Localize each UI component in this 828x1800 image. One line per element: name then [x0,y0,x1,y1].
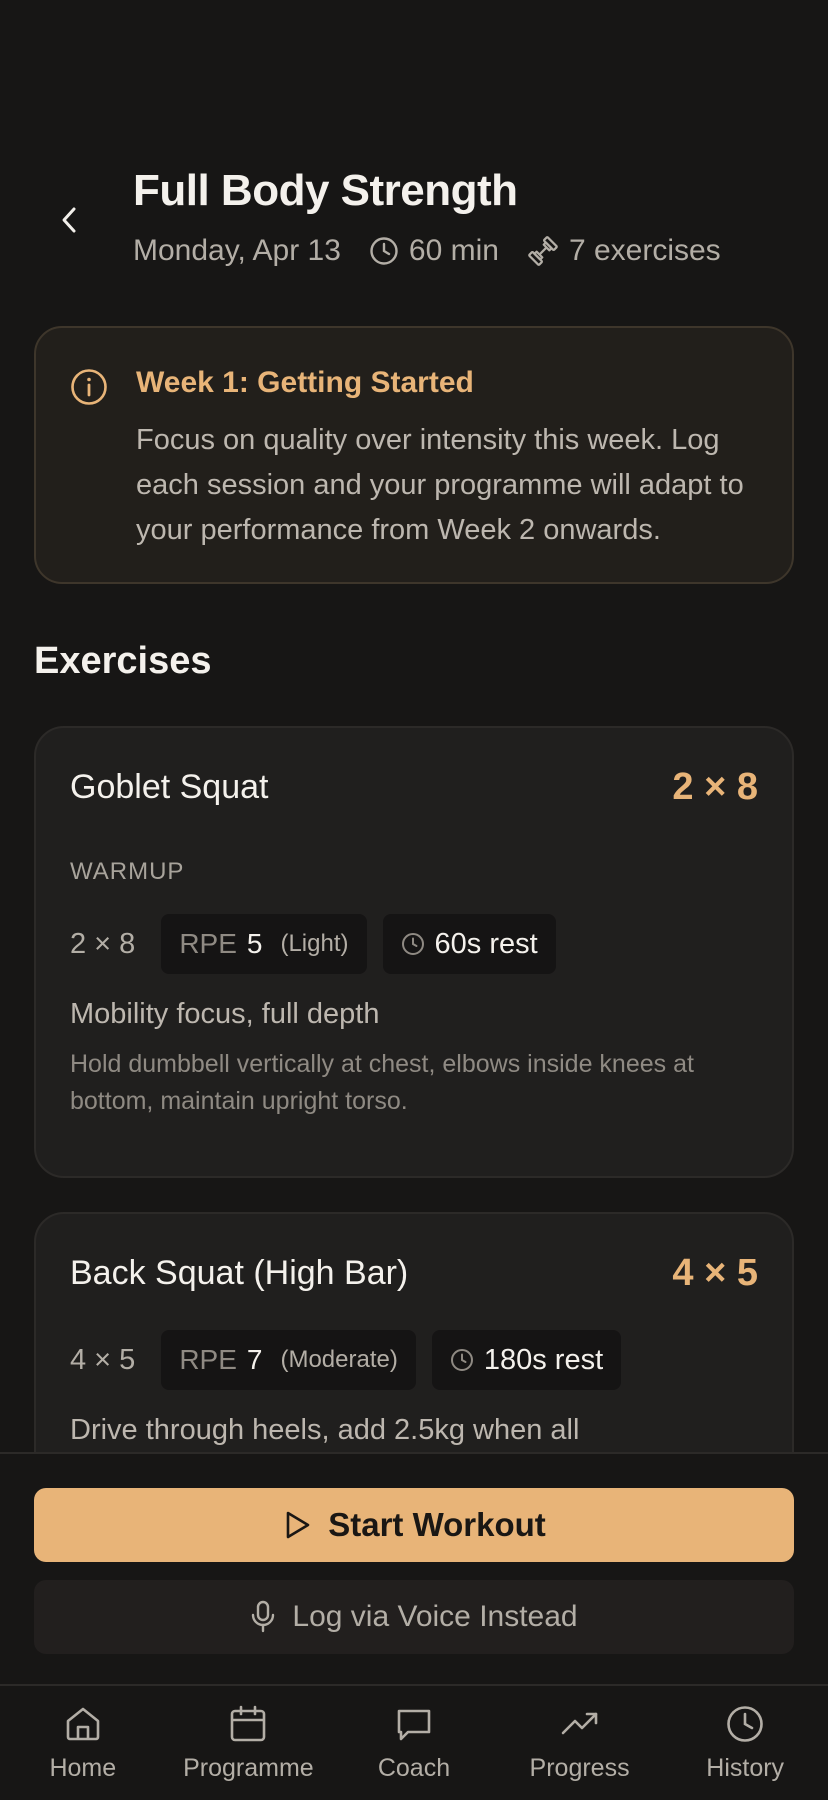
week-info-card: Week 1: Getting Started Focus on quality… [34,326,794,584]
rest-text: 60s rest [434,927,538,960]
rpe-label: RPE [179,928,237,959]
tab-progress[interactable]: Progress [497,1686,663,1800]
workout-date: Monday, Apr 13 [133,234,341,267]
rpe-value: 5 [246,928,263,959]
rpe-chip: RPE 7 (Moderate) [161,1330,416,1390]
home-icon [66,1707,100,1741]
tab-label: Coach [377,1754,451,1782]
sets-reps-text: 4 × 5 [70,1343,136,1376]
rpe-chip: RPE 5 (Light) [161,914,367,974]
exercise-tag: WARMUP [70,858,185,885]
action-panel: Start Workout Log via Voice Instead [0,1452,828,1684]
clock-icon [450,1349,473,1371]
log-voice-button[interactable]: Log via Voice Instead [34,1580,794,1654]
exercise-name: Goblet Squat [70,768,269,806]
chat-icon [397,1709,431,1741]
tab-label: History [706,1754,785,1782]
exercise-card[interactable]: Goblet Squat 2 × 8 WARMUP 2 × 8 RPE 5 (L… [34,726,794,1178]
tab-programme[interactable]: Programme [166,1686,332,1800]
rest-chip: 60s rest [382,914,556,974]
info-body: Focus on quality over intensity this wee… [136,424,744,546]
exercise-note: Drive through heels, add 2.5kg when all [70,1414,580,1446]
tab-bar: Home Programme Coach Progress History [0,1684,828,1800]
rpe-description: (Moderate) [280,1346,398,1373]
workout-detail-screen: Full Body Strength Monday, Apr 13 60 min [0,0,828,1800]
exercise-count-text: 7 exercises [568,234,721,267]
tab-history[interactable]: History [662,1686,828,1800]
clock-icon [401,933,424,955]
back-button[interactable] [50,200,90,240]
page-title: Full Body Strength [133,166,518,215]
clock-icon [370,237,398,265]
calendar-icon [231,1705,266,1742]
trend-icon [561,1712,597,1735]
sets-reps-text: 2 × 8 [70,927,136,960]
exercise-note: Mobility focus, full depth [70,998,380,1030]
microphone-icon [252,1600,275,1633]
workout-meta: Monday, Apr 13 60 min 7 exercises [133,234,721,268]
exercise-name: Back Squat (High Bar) [70,1254,409,1292]
exercise-params: 2 × 8 RPE 5 (Light) 60s rest [70,914,572,974]
chevron-left-icon [62,207,76,233]
rpe-label: RPE [179,1344,237,1375]
info-icon [71,369,107,405]
clock-icon [727,1706,763,1742]
tab-home[interactable]: Home [0,1686,166,1800]
tab-label: Progress [529,1754,630,1782]
dumbbell-icon [528,236,558,266]
rest-chip: 180s rest [431,1330,622,1390]
rpe-description: (Light) [280,930,349,957]
exercise-sets-reps: 4 × 5 [672,1252,758,1294]
header: Full Body Strength Monday, Apr 13 60 min [0,160,828,290]
start-workout-label: Start Workout [328,1506,546,1543]
exercise-sets-reps: 2 × 8 [672,766,758,808]
rpe-value: 7 [246,1344,263,1375]
log-voice-label: Log via Voice Instead [292,1600,578,1633]
duration-text: 60 min [408,234,499,267]
info-title: Week 1: Getting Started [136,366,474,399]
rest-text: 180s rest [483,1343,604,1376]
exercise-count: 7 exercises [527,234,721,268]
tab-label: Programme [183,1754,314,1782]
section-title: Exercises [34,640,212,682]
workout-duration: 60 min [369,234,499,268]
tab-label: Home [49,1754,117,1782]
play-icon [286,1511,310,1539]
exercise-params: 4 × 5 RPE 7 (Moderate) 180s rest [70,1330,637,1390]
tab-coach[interactable]: Coach [331,1686,497,1800]
start-workout-button[interactable]: Start Workout [34,1488,794,1562]
exercise-detail: Hold dumbbell vertically at chest, elbow… [70,1050,694,1115]
